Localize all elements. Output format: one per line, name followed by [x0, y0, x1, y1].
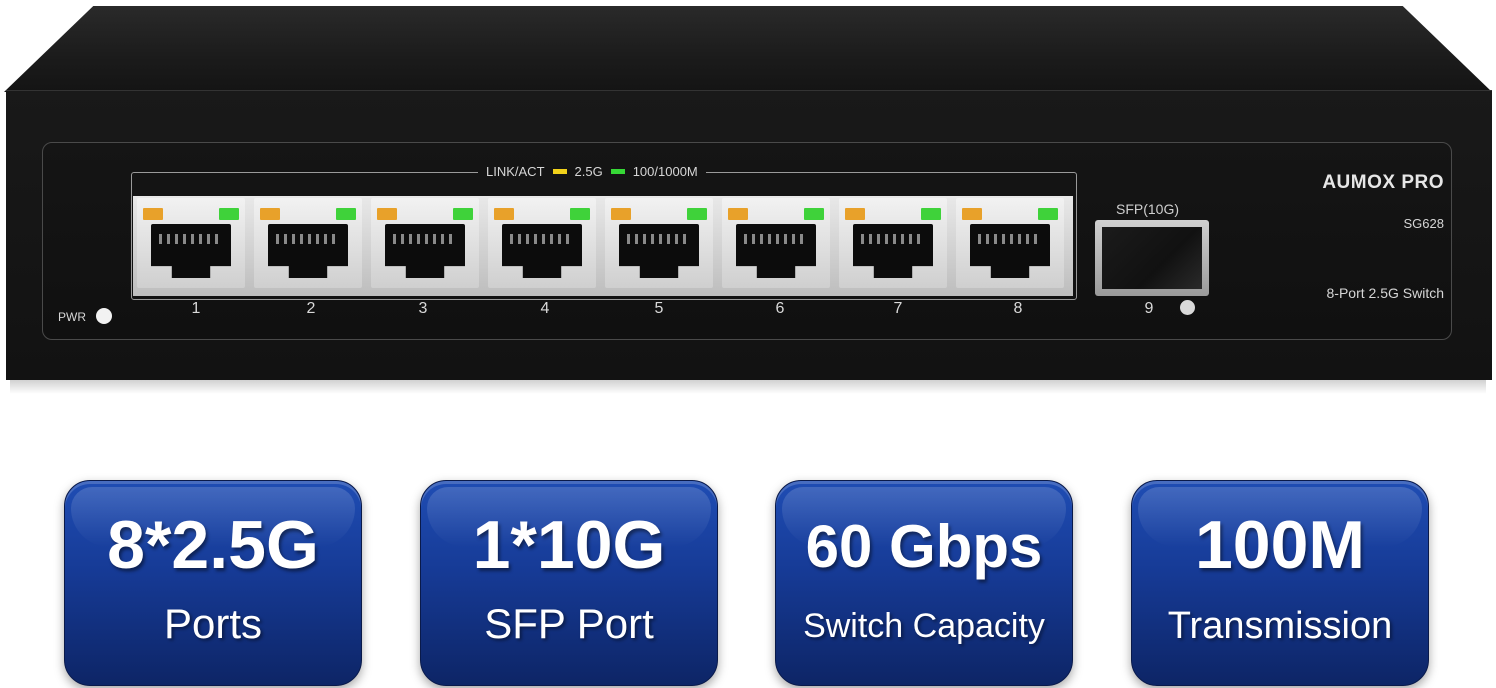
rj45-jack-icon — [385, 224, 465, 278]
rj45-jack-icon — [151, 224, 231, 278]
feature-caption: Ports — [163, 600, 263, 647]
legend-link-act: LINK/ACT — [486, 163, 545, 179]
rj45-jack-icon — [736, 224, 816, 278]
power-led-icon — [96, 308, 112, 324]
jack-pins — [978, 234, 1042, 244]
link-led-icon — [611, 208, 631, 220]
speed-led-icon — [453, 208, 473, 220]
link-led-icon — [845, 208, 865, 220]
rj45-port-6[interactable] — [722, 198, 830, 288]
port-number: 7 — [893, 300, 903, 317]
rj45-jack-icon — [268, 224, 348, 278]
rj45-port-4[interactable] — [488, 198, 596, 288]
rj45-port-5[interactable] — [605, 198, 713, 288]
brand-name: AUMOX PRO — [1322, 172, 1444, 193]
sfp-port-number: 9 — [1144, 300, 1154, 317]
jack-pins — [393, 234, 457, 244]
link-led-icon — [377, 208, 397, 220]
rj45-jack-icon — [970, 224, 1050, 278]
sfp-slot-icon — [1102, 227, 1202, 289]
jack-pins — [510, 234, 574, 244]
link-led-icon — [260, 208, 280, 220]
legend-25g: 2.5G — [574, 163, 603, 179]
feature-caption: SFP Port — [484, 600, 654, 647]
jack-pins — [627, 234, 691, 244]
port-number: 6 — [775, 300, 785, 317]
feature-badge-ports: 8*2.5G Ports — [64, 480, 362, 686]
feature-badge-transmission: 100M Transmission — [1131, 480, 1429, 686]
rj45-port-7[interactable] — [839, 198, 947, 288]
rj45-jack-icon — [853, 224, 933, 278]
rj45-jack-icon — [619, 224, 699, 278]
speed-led-icon — [336, 208, 356, 220]
speed-led-icon — [804, 208, 824, 220]
feature-value: 60 Gbps — [805, 513, 1043, 580]
port-number: 3 — [418, 300, 428, 317]
legend-green-swatch — [610, 168, 625, 174]
rj45-jack-icon — [502, 224, 582, 278]
jack-pins — [159, 234, 223, 244]
speed-led-icon — [921, 208, 941, 220]
sfp-port[interactable] — [1095, 220, 1209, 296]
jack-pins — [276, 234, 340, 244]
speed-led-icon — [1038, 208, 1058, 220]
sfp-label: SFP(10G) — [1116, 201, 1180, 217]
rj45-port-3[interactable] — [371, 198, 479, 288]
feature-value: 100M — [1194, 507, 1366, 583]
speed-led-icon — [687, 208, 707, 220]
feature-caption: Transmission — [1167, 605, 1393, 647]
feature-value: 8*2.5G — [107, 507, 319, 583]
port-number: 4 — [540, 300, 550, 317]
feature-value: 1*10G — [472, 507, 666, 583]
legend-1000m: 100/1000M — [632, 163, 698, 179]
rj45-port-8[interactable] — [956, 198, 1064, 288]
speed-led-icon — [570, 208, 590, 220]
feature-badge-capacity: 60 Gbps Switch Capacity — [775, 480, 1073, 686]
rj45-port-2[interactable] — [254, 198, 362, 288]
product-description: 8-Port 2.5G Switch — [1326, 285, 1445, 301]
jack-pins — [744, 234, 808, 244]
feature-caption: Switch Capacity — [803, 607, 1045, 645]
sfp-led-icon — [1180, 300, 1195, 315]
port-number: 5 — [654, 300, 664, 317]
speed-led-icon — [219, 208, 239, 220]
port-number: 1 — [191, 300, 201, 317]
rj45-port-1[interactable] — [137, 198, 245, 288]
feature-badge-sfp: 1*10G SFP Port — [420, 480, 718, 686]
link-led-icon — [962, 208, 982, 220]
link-led-icon — [143, 208, 163, 220]
switch-top-cover — [4, 6, 1492, 92]
link-led-icon — [494, 208, 514, 220]
link-led-icon — [728, 208, 748, 220]
legend-yellow-swatch — [552, 168, 567, 174]
led-legend: LINK/ACT 2.5G 100/1000M — [478, 160, 706, 182]
port-number: 2 — [306, 300, 316, 317]
switch-shadow — [10, 380, 1486, 394]
port-number: 8 — [1013, 300, 1023, 317]
model-number: SG628 — [1403, 216, 1444, 231]
pwr-label: PWR — [58, 310, 86, 324]
jack-pins — [861, 234, 925, 244]
